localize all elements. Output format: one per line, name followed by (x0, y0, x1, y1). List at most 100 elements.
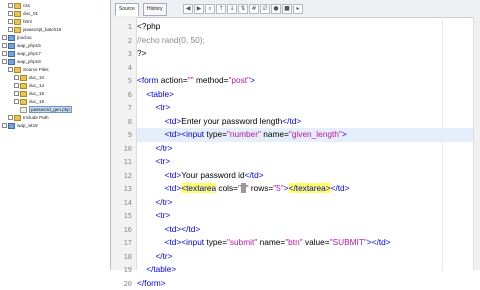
code-token: "" (188, 75, 196, 85)
code-line[interactable]: </tr> (137, 196, 480, 210)
line-number: 12 (112, 172, 132, 180)
code-line[interactable]: <td>Enter your password length</td> (137, 115, 480, 129)
record-icon[interactable]: ● (271, 4, 281, 14)
code-token: <tr> (137, 210, 170, 220)
tree-item-duc-10[interactable]: duc_10 (0, 74, 44, 82)
tree-item-wap-php17[interactable]: wap_php17 (0, 50, 41, 58)
code-token: > (342, 129, 347, 139)
code-line[interactable]: <td><input type="submit" name="btn" valu… (137, 236, 480, 250)
back-icon[interactable]: ◀ (183, 4, 193, 14)
tab-source[interactable]: Source (115, 3, 139, 16)
code-token: <td> (137, 116, 181, 126)
code-line[interactable]: </tr> (137, 250, 480, 264)
code-token: </tr> (137, 143, 173, 153)
tree-item-include-path[interactable]: Include Path (0, 114, 49, 122)
code-line[interactable]: <form action="" method="post"> (137, 74, 480, 88)
project-tree[interactable]: cssduc_01htmljavascript_batch15jnuclouwa… (0, 0, 111, 270)
vertical-scrollbar[interactable] (473, 17, 480, 270)
toggle-icon[interactable]: ⇅ (238, 4, 248, 14)
code-line[interactable]: <tr> (137, 155, 480, 169)
tab-history[interactable]: History (143, 3, 167, 16)
code-area[interactable]: <?php //echo rand(0, 50);?> <form action="… (137, 17, 480, 270)
tree-item-label: duc_15 (29, 91, 44, 96)
expand-toggle-icon[interactable] (2, 51, 7, 56)
uncomment-icon[interactable]: ∅ (260, 4, 270, 14)
tree-item-jnuclou[interactable]: jnuclou (0, 34, 32, 42)
line-number-gutter: 1234567891011121314151617181920 (111, 17, 137, 270)
line-number: 7 (112, 104, 132, 112)
tree-item-duc-15[interactable]: duc_15 (0, 90, 44, 98)
expand-toggle-icon[interactable] (14, 75, 19, 80)
code-line[interactable] (137, 61, 480, 75)
forward-icon[interactable]: ▶ (194, 4, 204, 14)
find-icon[interactable]: ⌕ (205, 4, 215, 14)
expand-toggle-icon[interactable] (8, 27, 13, 32)
tree-item-duc-01[interactable]: duc_01 (0, 10, 38, 18)
code-line[interactable]: <table> (137, 88, 480, 102)
code-line[interactable]: ?> (137, 47, 480, 61)
code-token: <?php (137, 21, 160, 31)
expand-toggle-icon[interactable] (14, 83, 19, 88)
expand-toggle-icon[interactable] (2, 123, 7, 128)
code-line[interactable]: <td><textarea cols=" " rows="5"></textar… (137, 182, 480, 196)
tree-item-javascript-batch15[interactable]: javascript_batch15 (0, 26, 61, 34)
expand-toggle-icon[interactable] (2, 59, 7, 64)
code-token: </tr> (137, 197, 173, 207)
expand-toggle-icon[interactable] (8, 19, 13, 24)
expand-toggle-icon[interactable] (8, 67, 13, 72)
code-token: <td><input (137, 237, 206, 247)
code-token: "submit" (227, 237, 260, 247)
folder-icon (20, 99, 27, 105)
expand-toggle-icon[interactable] (8, 115, 13, 120)
tree-item-css[interactable]: css (0, 2, 30, 10)
folder-icon (14, 67, 21, 73)
stop-icon[interactable]: ■ (282, 4, 292, 14)
line-number: 8 (112, 118, 132, 126)
expand-toggle-icon[interactable] (8, 11, 13, 16)
code-token: "post" (228, 75, 250, 85)
line-number: 15 (112, 212, 132, 220)
project-icon (8, 35, 15, 41)
tree-item-wap-php15[interactable]: wap_php15 (0, 42, 41, 50)
tree-item-label: wap_php18 (17, 59, 41, 64)
code-line[interactable]: <td>Your password id</td> (137, 169, 480, 183)
tree-item-source-files[interactable]: Source Files (0, 66, 49, 74)
expand-toggle-icon[interactable] (2, 35, 7, 40)
project-icon (8, 123, 15, 129)
code-line[interactable]: <td><input type="number" name="given_len… (137, 128, 480, 142)
expand-toggle-icon[interactable] (8, 3, 13, 8)
code-token: Your password id (181, 170, 244, 180)
code-token: rows= (251, 183, 273, 193)
code-line[interactable]: <tr> (137, 209, 480, 223)
tree-item-duc-16[interactable]: duc_16 (0, 98, 44, 106)
line-number: 10 (112, 145, 132, 153)
code-line[interactable]: </tr> (137, 142, 480, 156)
code-token: type= (206, 129, 227, 139)
code-line[interactable]: <td></td> (137, 223, 480, 237)
tree-item-label: css (23, 3, 30, 8)
tree-item-password-gen-php[interactable]: password_gen.php (0, 106, 72, 114)
code-token: "number" (227, 129, 263, 139)
next-icon[interactable]: ↓ (227, 4, 237, 14)
code-line[interactable]: //echo rand(0, 50); (137, 34, 480, 48)
play-icon[interactable]: ▸ (293, 4, 303, 14)
code-token: name= (260, 237, 286, 247)
tree-item-html[interactable]: html (0, 18, 32, 26)
prev-icon[interactable]: ↑ (216, 4, 226, 14)
line-number: 6 (112, 91, 132, 99)
code-line[interactable]: <?php (137, 20, 480, 34)
code-line[interactable]: <tr> (137, 101, 480, 115)
code-line[interactable]: </form> (137, 277, 480, 290)
tree-item-wap-wt19[interactable]: wap_wt19 (0, 122, 38, 130)
tree-item-wap-php18[interactable]: wap_php18 (0, 58, 41, 66)
expand-toggle-icon[interactable] (2, 43, 7, 48)
code-token: "SUBMIT" (330, 237, 367, 247)
code-token: <td></td> (137, 224, 200, 234)
tree-item-duc-14[interactable]: duc_14 (0, 82, 44, 90)
folder-icon (14, 27, 21, 33)
expand-toggle-icon[interactable] (14, 99, 19, 104)
comment-icon[interactable]: # (249, 4, 259, 14)
line-number: 2 (112, 37, 132, 45)
code-editor[interactable]: Source History ◀▶⌕↑↓⇅#∅●■▸ 1234567891011… (111, 0, 480, 270)
expand-toggle-icon[interactable] (14, 91, 19, 96)
